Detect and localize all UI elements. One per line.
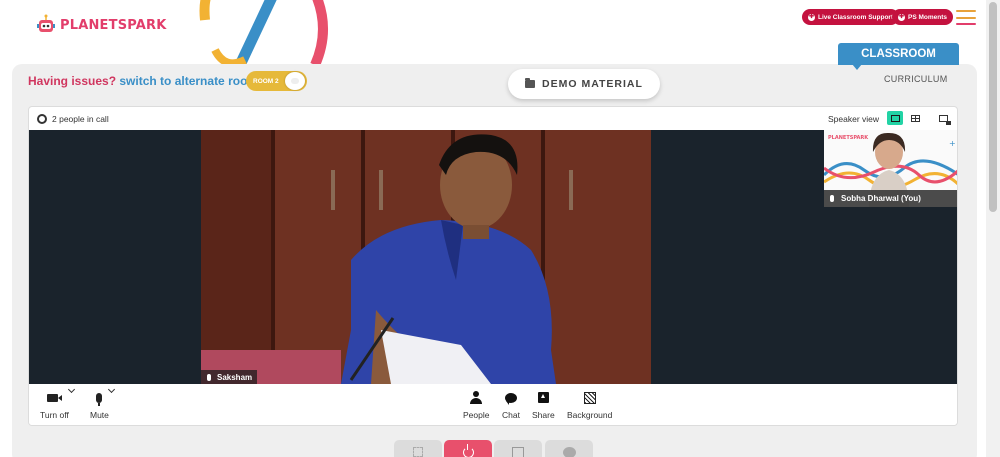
folder-icon bbox=[525, 78, 536, 88]
support-icon: ✚ bbox=[808, 13, 815, 21]
demo-material-label: DEMO MATERIAL bbox=[542, 78, 643, 90]
room-toggle-knob[interactable] bbox=[285, 72, 305, 90]
people-icon bbox=[470, 391, 483, 404]
speaker-view-label: Speaker view bbox=[828, 114, 880, 124]
microphone-icon bbox=[96, 392, 103, 406]
active-tab-caret-icon bbox=[852, 64, 862, 70]
share-label: Share bbox=[532, 410, 555, 420]
robot-logo-icon bbox=[37, 14, 55, 32]
speaker-view-button[interactable] bbox=[887, 111, 903, 125]
moments-icon: ✚ bbox=[898, 13, 905, 21]
chat-button[interactable]: Chat bbox=[502, 390, 520, 420]
call-controls: Turn off Mute People Chat Share Backgrou… bbox=[29, 384, 957, 425]
chat-icon bbox=[504, 392, 517, 405]
grid-view-icon bbox=[910, 114, 920, 122]
speaker-view-icon bbox=[890, 114, 900, 122]
tab-curriculum[interactable]: CURRICULUM bbox=[884, 74, 948, 84]
mic-icon bbox=[207, 373, 211, 381]
classroom-page: PLANETSPARK ✚ Live Classroom Support ✚ P… bbox=[0, 0, 1000, 457]
video-call-box: 2 people in call Speaker view Saksham PL… bbox=[28, 106, 958, 426]
self-name-tag: Sobha Dharwal (You) bbox=[824, 190, 957, 207]
room-toggle-label: ROOM 2 bbox=[253, 77, 279, 85]
logo-wordmark: PLANETSPARK bbox=[60, 17, 167, 33]
square-icon bbox=[512, 446, 524, 457]
background-button[interactable]: Background bbox=[567, 390, 612, 420]
call-header: 2 people in call Speaker view bbox=[29, 107, 957, 130]
hamburger-menu-icon[interactable] bbox=[956, 10, 976, 25]
share-screen-icon bbox=[537, 392, 549, 403]
mute-button[interactable]: Mute bbox=[90, 385, 116, 420]
ps-moments-button[interactable]: ✚ PS Moments bbox=[892, 9, 954, 25]
picture-in-picture-icon bbox=[938, 114, 951, 125]
scrollbar-thumb[interactable] bbox=[989, 2, 997, 212]
grid-view-button[interactable] bbox=[907, 111, 923, 125]
self-participant-name: Sobha Dharwal (You) bbox=[841, 194, 921, 203]
power-icon bbox=[462, 443, 474, 457]
chevron-down-icon[interactable] bbox=[108, 385, 116, 394]
pip-logo-text: PLANETSPARK bbox=[828, 135, 869, 141]
planetspark-logo[interactable]: PLANETSPARK bbox=[36, 14, 167, 36]
fullscreen-tab[interactable] bbox=[394, 440, 442, 457]
chat-label: Chat bbox=[502, 410, 520, 420]
live-classroom-support-button[interactable]: ✚ Live Classroom Support bbox=[802, 9, 900, 25]
palette-icon bbox=[562, 446, 576, 457]
live-support-label: Live Classroom Support bbox=[818, 13, 894, 21]
chevron-down-icon[interactable] bbox=[67, 385, 75, 394]
people-count: 2 people in call bbox=[52, 114, 109, 124]
switch-room-text: switch to alternate room bbox=[119, 74, 259, 88]
mute-label: Mute bbox=[90, 410, 109, 420]
issues-prefix: Having issues? bbox=[28, 74, 117, 88]
participant-name: Saksham bbox=[217, 372, 253, 382]
share-button[interactable]: Share bbox=[532, 390, 555, 420]
gear-icon[interactable] bbox=[37, 114, 47, 124]
turn-off-label: Turn off bbox=[40, 410, 69, 420]
participant-video-saksham bbox=[201, 130, 651, 384]
end-call-tab[interactable] bbox=[444, 440, 492, 457]
background-label: Background bbox=[567, 410, 613, 420]
turn-off-camera-button[interactable]: Turn off bbox=[40, 385, 75, 420]
people-label: People bbox=[463, 410, 490, 420]
camera-icon bbox=[46, 393, 58, 402]
participant-name-tag: Saksham bbox=[201, 370, 258, 384]
video-stage: Saksham PLANETSPARK + Sobha Dharwal (You… bbox=[29, 130, 957, 384]
alternate-room-prompt: Having issues? switch to alternate room bbox=[28, 74, 258, 88]
tab-classroom[interactable]: CLASSROOM bbox=[838, 43, 959, 65]
demo-material-button[interactable]: DEMO MATERIAL bbox=[508, 69, 660, 99]
palette-tab[interactable] bbox=[545, 440, 593, 457]
background-icon bbox=[583, 391, 596, 404]
whiteboard-tab[interactable] bbox=[494, 440, 542, 457]
svg-text:+: + bbox=[949, 139, 956, 148]
people-button[interactable]: People bbox=[463, 390, 489, 420]
expand-icon bbox=[413, 447, 423, 457]
self-mic-icon bbox=[830, 195, 834, 202]
picture-in-picture-button[interactable] bbox=[935, 111, 951, 125]
ps-moments-label: PS Moments bbox=[908, 13, 948, 21]
